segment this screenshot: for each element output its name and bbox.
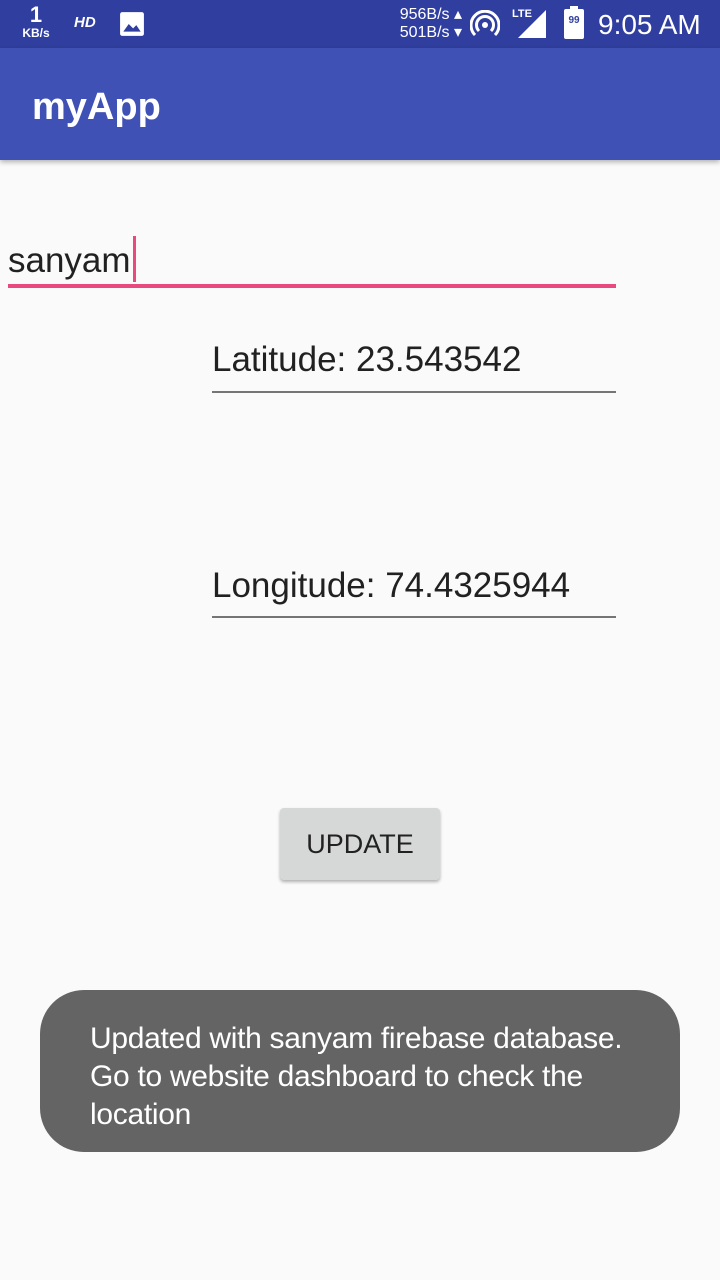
toast-text: Updated with sanyam firebase database. G… [90, 1022, 623, 1131]
clock: 9:05 AM [598, 9, 701, 40]
image-icon [120, 12, 144, 36]
download-rate: 501B/s ▾ [399, 24, 462, 41]
app-bar: myApp [0, 48, 720, 160]
toast-message: Updated with sanyam firebase database. G… [40, 990, 680, 1152]
longitude-field[interactable]: Longitude: 74.4325944 [212, 566, 616, 618]
hd-indicator: HD [74, 14, 96, 31]
latitude-field[interactable]: Latitude: 23.543542 [212, 340, 616, 393]
network-speed: 1 KB/s [14, 2, 58, 40]
longitude-text: Longitude: 74.4325944 [212, 566, 571, 605]
network-rates: 956B/s ▴ 501B/s ▾ [390, 6, 462, 42]
battery-level: 99 [568, 15, 580, 26]
upload-rate: 956B/s ▴ [399, 6, 462, 23]
latitude-text: Latitude: 23.543542 [212, 340, 522, 379]
text-cursor [132, 236, 136, 282]
network-speed-unit: KB/s [22, 26, 50, 40]
status-bar: 1 KB/s HD 956B/s ▴ 501B/s ▾ LTE 99 9:05 … [0, 0, 720, 48]
update-button[interactable]: UPDATE [280, 808, 440, 880]
name-input[interactable]: sanyam [8, 228, 616, 288]
name-input-value-wrapper: sanyam [8, 236, 136, 282]
app-title: myApp [32, 86, 161, 128]
name-input-value: sanyam [8, 241, 131, 280]
network-speed-value: 1 [29, 2, 43, 27]
hotspot-icon [470, 10, 500, 37]
signal-icon [518, 10, 546, 38]
